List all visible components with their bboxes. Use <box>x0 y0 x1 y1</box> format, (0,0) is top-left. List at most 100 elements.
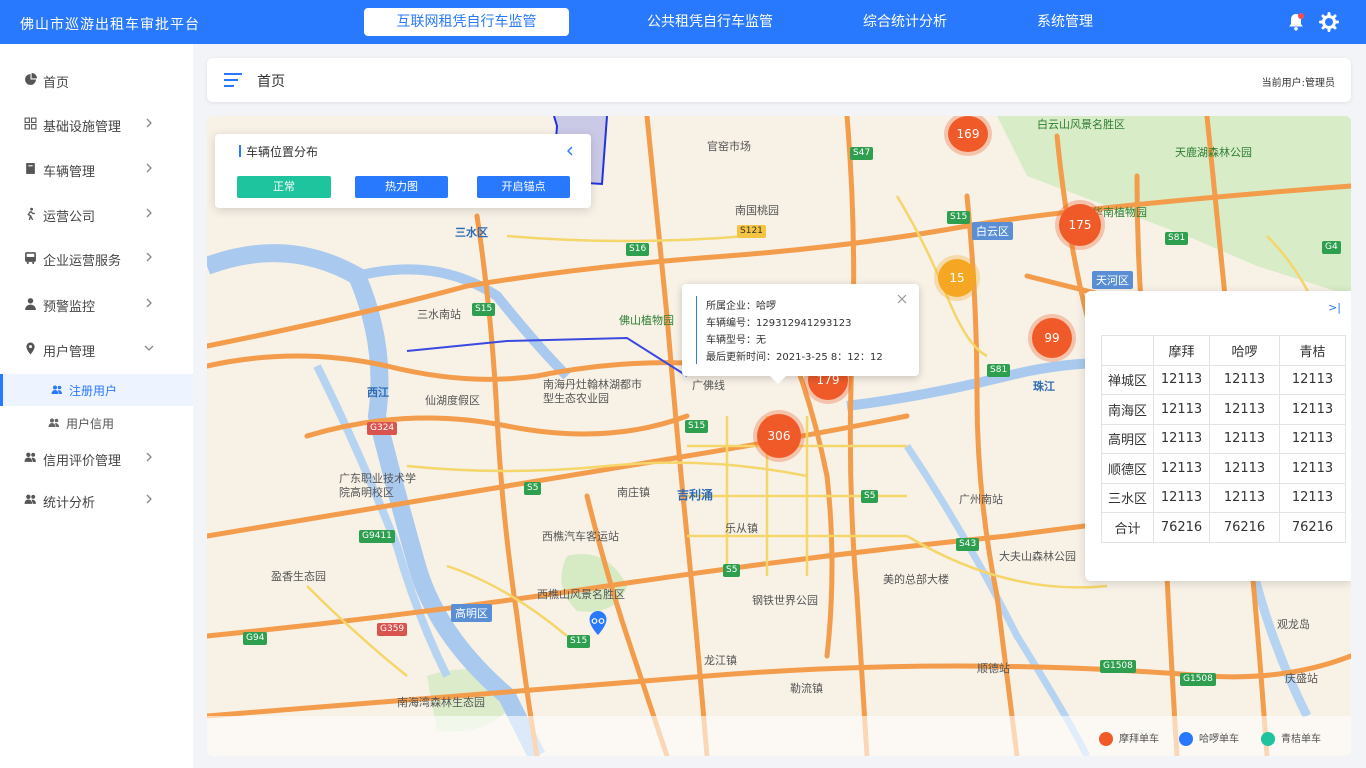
map-label-baiyun: 白云区 <box>972 222 1013 240</box>
legend-item-hellobike: 哈啰单车 <box>1179 730 1239 746</box>
map-view[interactable]: 三水区 白云区 天河区 高明区 吉利涌 佛山植物园 白云山风景名胜区 华南植物园… <box>207 116 1351 756</box>
sidebar-item-operators[interactable]: 运营公司 <box>0 196 193 232</box>
pie-chart-icon <box>25 73 37 85</box>
sidebar-item-home[interactable]: 首页 <box>0 62 193 98</box>
count-cell: 12113 <box>1153 423 1210 454</box>
map-label-guangzhou-south: 广州南站 <box>959 493 1003 506</box>
sidebar-item-label: 统计分析 <box>43 496 96 511</box>
sidebar-item-enterprise-service[interactable]: 企业运营服务 <box>0 240 193 276</box>
sidebar-subitem-registered-users[interactable]: 注册用户 <box>0 374 193 406</box>
map-label-nanhai-forest: 南海湾森林生态园 <box>397 696 485 709</box>
count-cell: 12113 <box>1279 394 1346 425</box>
sidebar-item-statistics[interactable]: 统计分析 <box>0 482 193 518</box>
count-cell: 12113 <box>1209 394 1280 425</box>
cluster-marker[interactable]: 175 <box>1059 204 1101 246</box>
table-header-empty <box>1101 335 1154 366</box>
popup-update-time: 最后更新时间：2021-3-25 8：12：12 <box>706 352 883 363</box>
sidebar-subitem-label: 用户信用 <box>66 417 115 431</box>
group-icon <box>24 494 36 504</box>
map-label-nanzhuang: 南庄镇 <box>617 486 650 499</box>
sidebar-item-label: 企业运营服务 <box>43 254 122 269</box>
road-tag: S81 <box>987 364 1011 377</box>
count-cell: 12113 <box>1279 453 1346 484</box>
table-row: 南海区 12113 12113 12113 <box>1101 394 1346 425</box>
map-label-lecong: 乐从镇 <box>725 522 758 535</box>
table-header: 青桔 <box>1279 335 1346 366</box>
count-cell: 12113 <box>1209 453 1280 484</box>
anchor-button[interactable]: 开启锚点 <box>477 176 570 198</box>
count-cell: 12113 <box>1279 482 1346 513</box>
tab-statistics[interactable]: 综合统计分析 <box>840 8 970 36</box>
count-cell: 12113 <box>1209 364 1280 395</box>
sidebar-item-label: 预警监控 <box>43 300 96 315</box>
user-icon <box>25 298 36 310</box>
sidebar-item-vehicles[interactable]: 车辆管理 <box>0 151 193 187</box>
district-name-cell: 顺德区 <box>1101 453 1154 484</box>
map-label-guangdong-college: 广东职业技术学院高明校区 <box>339 472 416 499</box>
map-legend: 摩拜单车 哈啰单车 青桔单车 <box>207 716 1351 756</box>
map-label-dafu: 大夫山森林公园 <box>999 550 1076 563</box>
book-icon <box>26 163 35 174</box>
road-tag: S16 <box>626 243 650 256</box>
chevron-right-icon <box>146 252 152 262</box>
road-tag: G359 <box>377 623 408 636</box>
cluster-marker[interactable]: 99 <box>1032 318 1072 358</box>
tab-system-settings[interactable]: 系统管理 <box>1010 8 1120 36</box>
sidebar-item-label: 信用评价管理 <box>43 454 122 469</box>
current-user-label: 当前用户:管理员 <box>1261 78 1335 89</box>
gear-icon[interactable] <box>1319 12 1339 32</box>
chevron-right-icon <box>146 494 152 504</box>
legend-label: 摩拜单车 <box>1119 734 1159 745</box>
map-label-sanshui-south: 三水南站 <box>417 308 461 321</box>
district-name-cell: 合计 <box>1101 512 1154 543</box>
popup-accent-line <box>696 296 697 364</box>
sidebar-item-infrastructure[interactable]: 基础设施管理 <box>0 106 193 142</box>
count-cell: 12113 <box>1279 364 1346 395</box>
map-label-yingxiang: 盈香生态园 <box>271 570 326 583</box>
sidebar-item-alert-monitor[interactable]: 预警监控 <box>0 286 193 322</box>
table-row: 合计 76216 76216 76216 <box>1101 512 1346 543</box>
count-cell: 76216 <box>1279 512 1346 543</box>
tab-internet-bike[interactable]: 互联网租凭自行车监管 <box>364 8 569 36</box>
road-tag: S15 <box>685 420 709 433</box>
map-label-leliu: 勒流镇 <box>790 682 823 695</box>
road-tag: S5 <box>861 490 879 503</box>
tab-public-bike[interactable]: 公共租凭自行车监管 <box>620 8 800 36</box>
road-tag: S15 <box>472 303 496 316</box>
chevron-right-icon <box>146 163 152 173</box>
menu-toggle-icon[interactable] <box>224 72 242 88</box>
close-icon[interactable] <box>897 294 907 304</box>
collapse-panel-button[interactable]: >| <box>1328 301 1341 314</box>
map-label-south-botanic: 华南植物园 <box>1092 206 1147 219</box>
normal-button[interactable]: 正常 <box>237 176 331 198</box>
map-label-meide: 美的总部大楼 <box>883 573 949 586</box>
sidebar-subitem-user-credit[interactable]: 用户信用 <box>0 407 193 439</box>
group-icon <box>51 385 62 394</box>
location-pin-icon <box>26 342 35 355</box>
count-cell: 12113 <box>1209 482 1280 513</box>
bell-icon[interactable] <box>1286 12 1306 32</box>
sidebar-item-label: 首页 <box>43 76 70 91</box>
road-tag: S5 <box>723 564 741 577</box>
legend-item-qingju: 青桔单车 <box>1261 730 1321 746</box>
road-tag: S121 <box>737 225 766 238</box>
sidebar-item-user-management[interactable]: 用户管理 <box>0 331 193 367</box>
cluster-marker[interactable]: 15 <box>938 259 976 297</box>
district-stats-table: 摩拜 哈啰 青桔 禅城区 12113 12113 12113 南海区 12113 12113… <box>1101 335 1346 543</box>
top-navigation-bar: 佛山市巡游出租车审批平台 互联网租凭自行车监管 公共租凭自行车监管 综合统计分析… <box>0 0 1366 44</box>
app-title: 佛山市巡游出租车审批平台 <box>20 17 200 33</box>
bike-station-pin-icon[interactable] <box>588 610 608 636</box>
cluster-marker[interactable]: 169 <box>948 116 988 152</box>
district-name-cell: 三水区 <box>1101 482 1154 513</box>
sidebar: 首页 基础设施管理 车辆管理 运营公司 企业运营服务 预警监控 用户管理 注册用… <box>0 44 193 768</box>
map-label-guanyao: 官窑市场 <box>707 140 751 153</box>
chevron-right-icon <box>146 298 152 308</box>
chevron-right-icon <box>146 118 152 128</box>
heatmap-button[interactable]: 热力图 <box>355 176 448 198</box>
sidebar-item-credit-evaluation[interactable]: 信用评价管理 <box>0 440 193 476</box>
road-tag: G4 <box>1322 241 1341 254</box>
collapse-chevron-icon[interactable] <box>565 145 575 157</box>
popup-company: 所属企业：哈啰 <box>706 301 776 312</box>
count-cell: 12113 <box>1279 423 1346 454</box>
cluster-marker[interactable]: 306 <box>757 414 801 458</box>
